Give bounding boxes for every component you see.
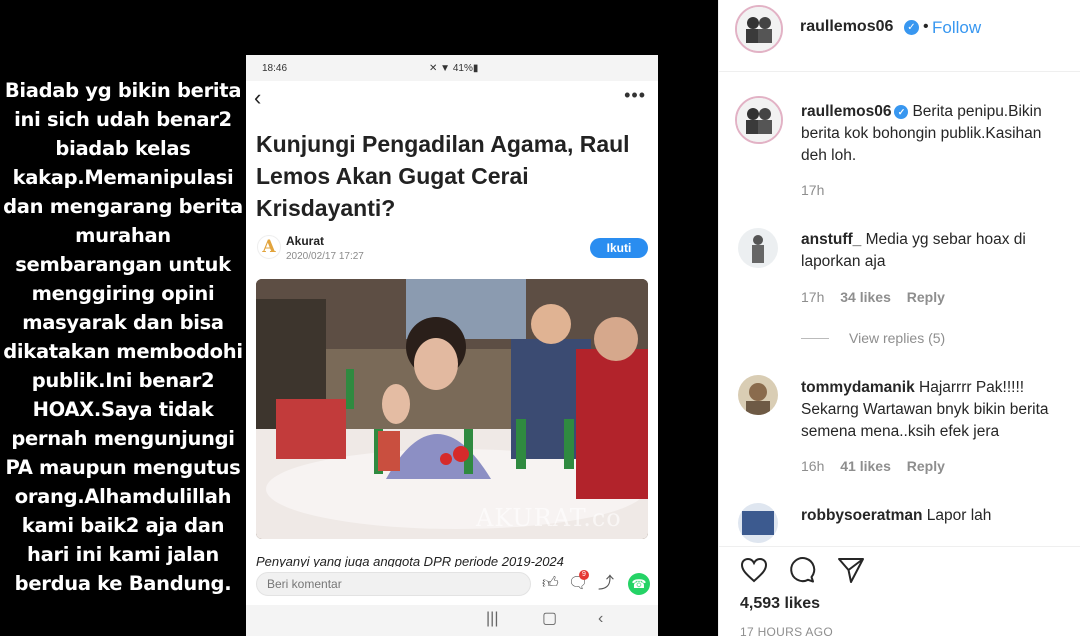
share-icon: ⤴ xyxy=(598,575,615,592)
avatar-image xyxy=(738,228,778,268)
back-arrow-icon: ‹ xyxy=(254,85,262,110)
article-caption: Penyanyi yang juga anggota DPR periode 2… xyxy=(256,554,564,567)
comment-body: robbysoeratman Lapor lah xyxy=(801,505,1069,527)
photo-watermark: AKURAT.co xyxy=(476,504,622,532)
avatar-image xyxy=(737,7,781,51)
share-icon[interactable] xyxy=(836,555,866,585)
reply-button[interactable]: Reply xyxy=(907,458,945,474)
reply-button[interactable]: Reply xyxy=(907,289,945,305)
comment-body: tommydamanik Hajarrrr Pak!!!!! Sekarng W… xyxy=(801,377,1069,443)
follow-source-button: Ikuti xyxy=(590,238,648,258)
verified-badge-icon: ✓ xyxy=(904,20,919,35)
caption-avatar[interactable] xyxy=(735,96,783,144)
avatar-image xyxy=(738,375,778,415)
caption-meta: 17h xyxy=(801,182,836,198)
comment-meta: 17h 34 likes Reply xyxy=(801,289,957,305)
comment-likes[interactable]: 41 likes xyxy=(840,458,891,474)
comment-body: anstuff_ Media yg sebar hoax di laporkan… xyxy=(801,229,1069,273)
header-username-link[interactable]: raullemos06 xyxy=(800,18,893,36)
comment-avatar[interactable] xyxy=(738,503,778,543)
follow-button[interactable]: Follow xyxy=(932,18,981,38)
phone-status-icons: ✕ ▼ 41%▮ xyxy=(429,63,479,74)
replies-divider xyxy=(801,338,829,339)
avatar-image xyxy=(737,98,781,142)
post-header: raullemos06 ✓ • Follow xyxy=(719,0,1080,72)
comment-avatar[interactable] xyxy=(738,228,778,268)
phone-status-bar: 18:46 ✕ ▼ 41%▮ xyxy=(246,55,658,81)
header-separator: • xyxy=(923,18,929,35)
view-replies-button[interactable]: View replies (5) xyxy=(801,330,945,346)
recent-apps-icon: ||| xyxy=(486,610,499,627)
article-comment-bar: Beri komentar 👍︎ 🗨︎ 9 ⤴ ☎ xyxy=(246,567,658,605)
post-side-panel: raullemos06 ✓ • Follow raullemos06 ✓ Berit… xyxy=(718,0,1080,636)
post-media[interactable]: Biadab yg bikin berita ini sich udah ben… xyxy=(0,0,718,636)
caption-time[interactable]: 17h xyxy=(801,182,824,198)
avatar-image xyxy=(738,503,778,543)
likes-count[interactable]: 4,593 likes xyxy=(740,595,820,613)
caption-username-link[interactable]: raullemos06 xyxy=(801,103,891,120)
source-date: 2020/02/17 17:27 xyxy=(286,251,364,262)
comment-icon[interactable] xyxy=(787,555,817,585)
source-logo-icon: A xyxy=(257,235,281,259)
phone-clock: 18:46 xyxy=(262,63,288,74)
comment-username-link[interactable]: tommydamanik xyxy=(801,379,915,396)
home-icon: ▢ xyxy=(542,610,558,627)
heart-icon[interactable] xyxy=(739,555,769,585)
comment-time[interactable]: 16h xyxy=(801,458,824,474)
whatsapp-icon: ☎ xyxy=(628,573,650,595)
phone-nav-bar: ||| ▢ ‹ xyxy=(246,605,658,636)
comment-text: Lapor lah xyxy=(926,507,992,524)
like-icon: 👍︎ xyxy=(542,575,559,592)
article-header: ‹ ••• xyxy=(246,81,658,121)
article-photo: AKURAT.co xyxy=(256,279,648,539)
comment-username-link[interactable]: robbysoeratman xyxy=(801,507,922,524)
comment-time[interactable]: 17h xyxy=(801,289,824,305)
comment-meta: 16h 41 likes Reply xyxy=(801,458,957,474)
article-title: Kunjungi Pengadilan Agama, Raul Lemos Ak… xyxy=(256,131,630,221)
verified-badge-icon: ✓ xyxy=(894,105,909,119)
nav-back-icon: ‹ xyxy=(598,610,604,627)
post-actions: 4,593 likes 17 HOURS AGO xyxy=(719,546,1080,636)
post-overlay-text: Biadab yg bikin berita ini sich udah ben… xyxy=(3,79,243,595)
view-replies-label: View replies (5) xyxy=(849,330,946,346)
post-caption: raullemos06 ✓ Berita penipu.Bikin berita k… xyxy=(801,101,1069,167)
comment-username-link[interactable]: anstuff_ xyxy=(801,231,861,248)
comment-avatar[interactable] xyxy=(738,375,778,415)
phone-screenshot: 18:46 ✕ ▼ 41%▮ ‹ ••• Kunjungi Pengadilan… xyxy=(246,55,658,636)
comment-count-badge: 9 xyxy=(579,570,589,580)
more-options-icon: ••• xyxy=(624,85,646,105)
post-timestamp[interactable]: 17 HOURS AGO xyxy=(740,625,833,636)
instagram-post-view: Biadab yg bikin berita ini sich udah ben… xyxy=(0,0,1080,636)
source-name: Akurat xyxy=(286,234,325,248)
article-photo-illustration xyxy=(256,279,648,539)
avatar[interactable] xyxy=(735,5,783,53)
comment-likes[interactable]: 34 likes xyxy=(840,289,891,305)
comment-input: Beri komentar xyxy=(256,572,531,596)
